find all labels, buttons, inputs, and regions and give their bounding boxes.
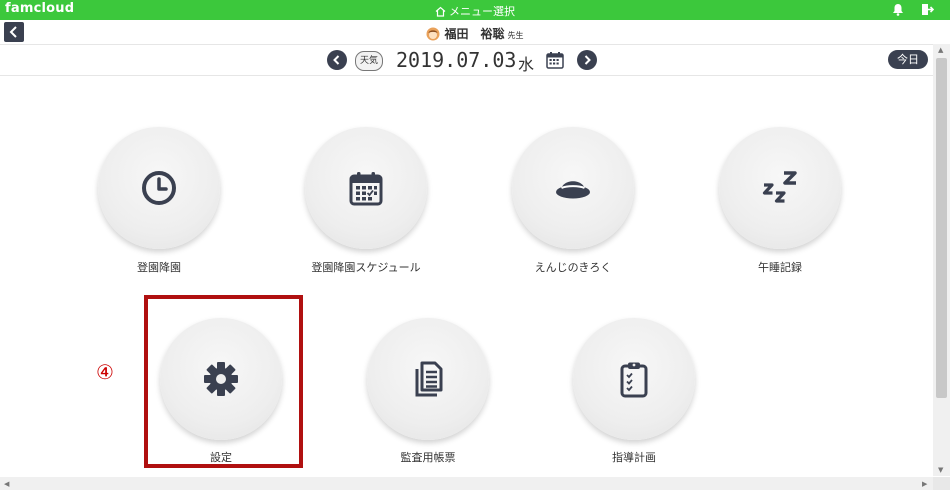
menu-tile-attendance-schedule[interactable]: [305, 127, 427, 249]
horizontal-scrollbar[interactable]: [0, 477, 933, 490]
scroll-right-arrow[interactable]: ▶: [922, 480, 927, 488]
menu-label-child-records: えんじのきろく: [534, 261, 612, 274]
menu-label-nap-records: 午睡記録: [758, 261, 802, 274]
current-weekday: 水: [518, 55, 535, 74]
next-date-button[interactable]: [577, 50, 597, 70]
menu-tile-audit-forms[interactable]: [367, 318, 489, 440]
menu-label-attendance: 登園降園: [137, 261, 181, 274]
scroll-left-arrow[interactable]: ◀: [4, 480, 9, 488]
calendar-picker-icon[interactable]: [546, 51, 564, 69]
prev-date-button[interactable]: [327, 50, 347, 70]
current-date: 2019.07.03: [396, 48, 517, 72]
scrollbar-corner: [933, 477, 950, 490]
teacher-name: 福田 裕聡 先生: [0, 25, 950, 42]
logout-icon[interactable]: [921, 3, 934, 16]
scroll-down-arrow[interactable]: ▼: [938, 466, 943, 474]
avatar-icon: [426, 27, 440, 41]
teacher-suffix: 先生: [507, 31, 524, 40]
menu-label-guidance-plan: 指導計画: [612, 451, 656, 464]
weather-button[interactable]: 天気: [355, 51, 383, 71]
today-button[interactable]: 今日: [888, 50, 928, 69]
menu-tile-guidance-plan[interactable]: [573, 318, 695, 440]
user-bar: 福田 裕聡 先生: [0, 20, 950, 45]
menu-tile-attendance[interactable]: [98, 127, 220, 249]
menu-label-attendance-schedule: 登園降園スケジュール: [311, 261, 421, 274]
clipboard-icon: [620, 362, 648, 398]
documents-icon: [415, 361, 443, 397]
sleep-icon: [762, 171, 797, 203]
clock-icon: [142, 171, 176, 205]
tutorial-step-marker: ④: [96, 360, 114, 384]
tutorial-highlight-box: [144, 295, 303, 468]
vertical-scrollbar-thumb[interactable]: [936, 58, 947, 398]
menu-tile-nap-records[interactable]: [719, 127, 841, 249]
chevron-left-icon: [333, 55, 340, 65]
bell-icon[interactable]: [892, 3, 904, 16]
menu-tile-child-records[interactable]: [512, 127, 634, 249]
hat-icon: [556, 181, 590, 199]
teacher-name-text: 福田 裕聡: [444, 27, 505, 41]
calendar-icon: [349, 172, 383, 206]
scroll-up-arrow[interactable]: ▲: [938, 46, 943, 54]
date-bar: 天気 2019.07.03 水 今日: [0, 45, 950, 76]
menu-label-audit-forms: 監査用帳票: [400, 451, 456, 464]
screen-title-text: メニュー選択: [449, 5, 515, 18]
home-icon[interactable]: [435, 6, 446, 17]
chevron-right-icon: [584, 55, 591, 65]
screen-title: メニュー選択: [0, 3, 950, 19]
app-header: famcloud メニュー選択: [0, 0, 950, 20]
